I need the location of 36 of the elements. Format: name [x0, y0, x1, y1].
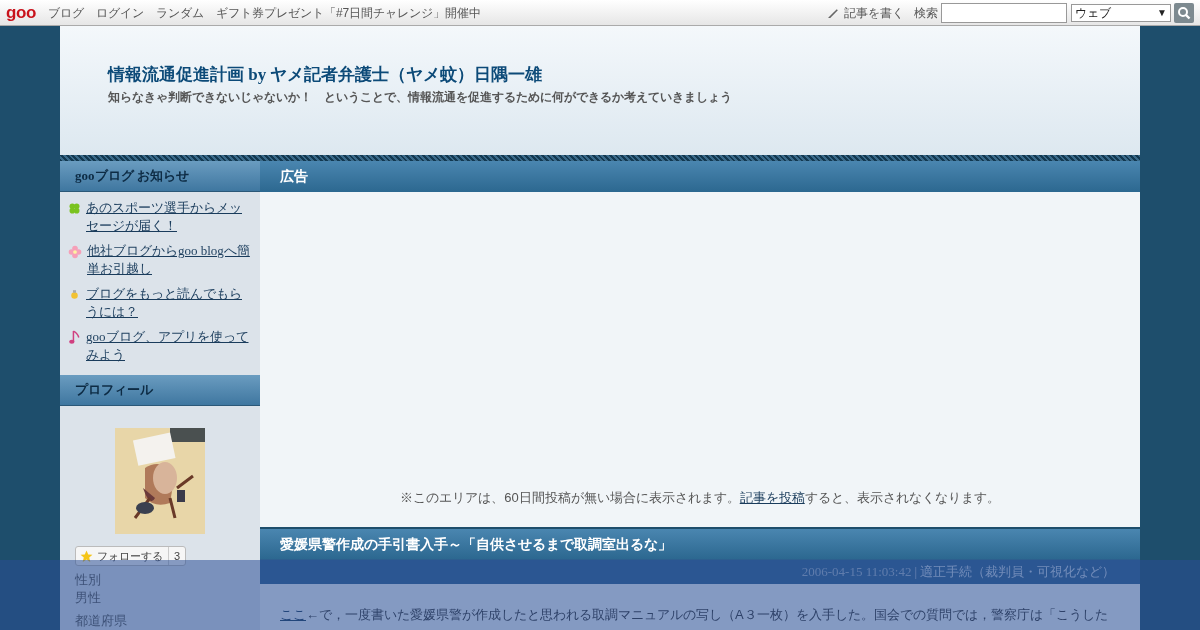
- blog-subtitle: 知らなきゃ判断できないじゃないか！ ということで、情報流通を促進するために何ができるか考えていきましょう: [108, 89, 733, 106]
- section-header: プロフィール: [60, 375, 260, 406]
- notice-link[interactable]: 他社ブログからgoo blogへ簡単お引越し: [87, 242, 252, 278]
- dropdown-caret-icon: ▼: [1157, 5, 1167, 20]
- separator: |: [914, 562, 917, 581]
- nav-link[interactable]: ログイン: [95, 3, 144, 22]
- blog-title[interactable]: 情報流通促進計画 by ヤメ記者弁護士（ヤメ蚊）日隅一雄: [108, 65, 1140, 85]
- search-label: 検索: [914, 4, 938, 22]
- post-link[interactable]: 記事を投稿: [739, 489, 805, 505]
- music-note-icon: [68, 330, 81, 345]
- clover-icon: [68, 202, 81, 215]
- profile-label: 性別: [75, 571, 102, 589]
- nav-link[interactable]: ギフト券プレゼント「#7日間チャレンジ」開催中: [215, 3, 482, 22]
- pencil-icon: [827, 6, 840, 19]
- write-link[interactable]: 記事を書く: [844, 3, 904, 22]
- notice-link[interactable]: gooブログ、アプリを使ってみよう: [86, 328, 252, 364]
- lightbulb-icon: [68, 288, 81, 301]
- search-icon: [1177, 5, 1191, 20]
- article-title[interactable]: 愛媛県警作成の手引書入手～「自供させるまで取調室出るな」: [280, 533, 672, 555]
- notice-link[interactable]: あのスポーツ選手からメッセージが届く！: [86, 199, 252, 235]
- nav-link[interactable]: ブログ: [47, 3, 84, 22]
- flower-icon: [68, 245, 82, 259]
- logo[interactable]: goo: [6, 4, 36, 21]
- ad-note: ※このエリアは、60日間投稿が無い場合に表示されます。記事を投稿すると、表示されなくなります。: [400, 488, 1000, 507]
- search-select[interactable]: ウェブ ▼: [1071, 3, 1171, 22]
- search-button[interactable]: [1174, 2, 1194, 23]
- section-header: 広告: [260, 161, 1140, 192]
- profile-value: 男性: [75, 589, 102, 607]
- star-icon: [80, 549, 93, 563]
- section-header: gooブログ お知らせ: [60, 161, 260, 192]
- search-field[interactable]: [941, 2, 1067, 23]
- notice-link[interactable]: ブログをもっと読んでもらうには？: [86, 285, 252, 321]
- nav-link[interactable]: ランダム: [155, 3, 204, 22]
- follower-count: 3: [168, 547, 186, 565]
- profile-label: 都道府県: [75, 612, 128, 630]
- follow-button[interactable]: フォローする 3: [75, 546, 187, 566]
